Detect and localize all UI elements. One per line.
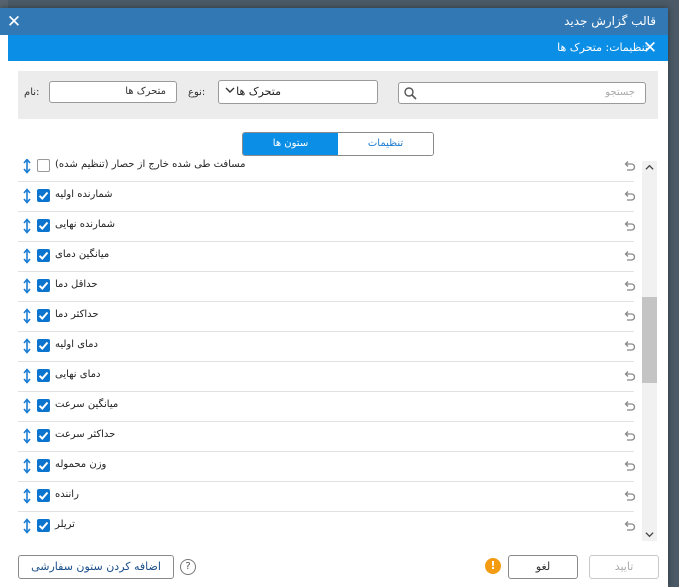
column-checkbox[interactable] [37, 519, 50, 532]
type-select-value: متحرک ها [236, 85, 281, 98]
warning-icon: ! [485, 558, 501, 574]
column-checkbox[interactable] [37, 339, 50, 352]
add-custom-column-button[interactable]: اضافه کردن ستون سفارشی [18, 555, 174, 579]
column-row[interactable]: تریلر [18, 511, 636, 541]
column-checkbox[interactable] [37, 249, 50, 262]
report-template-dialog: ✕ قالب گزارش جدید ✕ تنظیمات: متحرک ها جس… [0, 8, 668, 587]
drag-handle-icon[interactable] [22, 368, 32, 384]
column-label: مسافت طی شده خارج از حصار (تنظیم شده) [55, 159, 246, 170]
column-row[interactable]: شمارنده نهایی [18, 211, 636, 242]
undo-icon[interactable] [623, 340, 636, 352]
undo-icon[interactable] [623, 520, 636, 532]
column-checkbox[interactable] [37, 429, 50, 442]
drag-handle-icon[interactable] [22, 518, 32, 534]
column-row[interactable]: دمای نهایی [18, 361, 636, 392]
undo-icon[interactable] [623, 190, 636, 202]
undo-icon[interactable] [623, 220, 636, 232]
column-label: راننده [55, 489, 79, 500]
column-checkbox[interactable] [37, 159, 50, 172]
column-label: وزن محموله [55, 459, 107, 470]
search-input[interactable]: جستجو [398, 82, 646, 104]
drag-handle-icon[interactable] [22, 159, 32, 174]
type-select[interactable]: متحرک ها [218, 80, 378, 104]
drag-handle-icon[interactable] [22, 248, 32, 264]
undo-icon[interactable] [623, 370, 636, 382]
column-row[interactable]: مسافت طی شده خارج از حصار (تنظیم شده) [18, 159, 636, 182]
drag-handle-icon[interactable] [22, 428, 32, 444]
column-label: میانگین دمای [55, 249, 110, 260]
undo-icon[interactable] [623, 460, 636, 472]
drag-handle-icon[interactable] [22, 488, 32, 504]
drag-handle-icon[interactable] [22, 218, 32, 234]
columns-scrollbar[interactable] [642, 161, 657, 541]
undo-icon[interactable] [623, 280, 636, 292]
column-label: میانگین سرعت [55, 399, 119, 410]
drag-handle-icon[interactable] [22, 338, 32, 354]
drag-handle-icon[interactable] [22, 458, 32, 474]
settings-body: جستجو نوع: متحرک ها نام: متحرک ها تنظیما… [8, 61, 668, 587]
column-label: شمارنده نهایی [55, 219, 116, 230]
column-row[interactable]: حداکثر سرعت [18, 421, 636, 452]
column-row[interactable]: وزن محموله [18, 451, 636, 482]
column-label: دمای اولیه [55, 339, 98, 350]
column-row[interactable]: دمای اولیه [18, 331, 636, 362]
undo-icon[interactable] [623, 430, 636, 442]
column-label: حداکثر دما [55, 309, 99, 320]
search-placeholder: جستجو [605, 87, 635, 98]
tab-columns[interactable]: ستون ها [243, 133, 338, 155]
drag-handle-icon[interactable] [22, 188, 32, 204]
column-checkbox[interactable] [37, 399, 50, 412]
chevron-down-icon[interactable] [645, 530, 654, 539]
column-label: تریلر [55, 519, 75, 530]
column-row[interactable]: حداقل دما [18, 271, 636, 302]
column-checkbox[interactable] [37, 369, 50, 382]
chevron-up-icon[interactable] [645, 163, 654, 172]
column-checkbox[interactable] [37, 279, 50, 292]
drag-handle-icon[interactable] [22, 398, 32, 414]
column-row[interactable]: شمارنده اولیه [18, 181, 636, 212]
column-row[interactable]: حداکثر دما [18, 301, 636, 332]
drag-handle-icon[interactable] [22, 308, 32, 324]
scrollbar-thumb[interactable] [642, 297, 657, 383]
undo-icon[interactable] [623, 160, 636, 172]
name-label: نام: [24, 87, 40, 98]
column-checkbox[interactable] [37, 459, 50, 472]
drag-handle-icon[interactable] [22, 278, 32, 294]
column-checkbox[interactable] [37, 309, 50, 322]
confirm-button[interactable]: تایید [589, 555, 659, 579]
column-checkbox[interactable] [37, 219, 50, 232]
search-icon [404, 87, 417, 100]
help-icon[interactable]: ? [180, 559, 196, 575]
column-row[interactable]: راننده [18, 481, 636, 512]
column-checkbox[interactable] [37, 489, 50, 502]
column-label: شمارنده اولیه [55, 189, 113, 200]
dialog-title: قالب گزارش جدید [564, 14, 656, 28]
dialog-title-bar: ✕ قالب گزارش جدید [0, 8, 668, 35]
cancel-button[interactable]: لغو [508, 555, 578, 579]
close-icon[interactable]: ✕ [6, 14, 22, 31]
undo-icon[interactable] [623, 490, 636, 502]
tab-bar: تنظیمات ستون ها [242, 132, 434, 156]
column-label: حداقل دما [55, 279, 98, 290]
undo-icon[interactable] [623, 400, 636, 412]
column-label: حداکثر سرعت [55, 429, 116, 440]
type-label: نوع: [188, 87, 206, 98]
column-checkbox[interactable] [37, 189, 50, 202]
undo-icon[interactable] [623, 250, 636, 262]
name-input-value: متحرک ها [125, 86, 166, 97]
columns-list: مسافت طی شده خارج از حصار (تنظیم شده) شما… [18, 159, 644, 541]
chevron-down-icon [225, 87, 235, 93]
settings-title-bar: ✕ تنظیمات: متحرک ها [8, 35, 668, 61]
filter-toolbar: جستجو نوع: متحرک ها نام: متحرک ها [18, 71, 658, 119]
undo-icon[interactable] [623, 310, 636, 322]
column-row[interactable]: میانگین دمای [18, 241, 636, 272]
settings-title: تنظیمات: متحرک ها [557, 41, 648, 54]
column-row[interactable]: میانگین سرعت [18, 391, 636, 422]
column-label: دمای نهایی [55, 369, 101, 380]
tab-settings[interactable]: تنظیمات [338, 133, 433, 155]
name-input[interactable]: متحرک ها [49, 81, 177, 103]
